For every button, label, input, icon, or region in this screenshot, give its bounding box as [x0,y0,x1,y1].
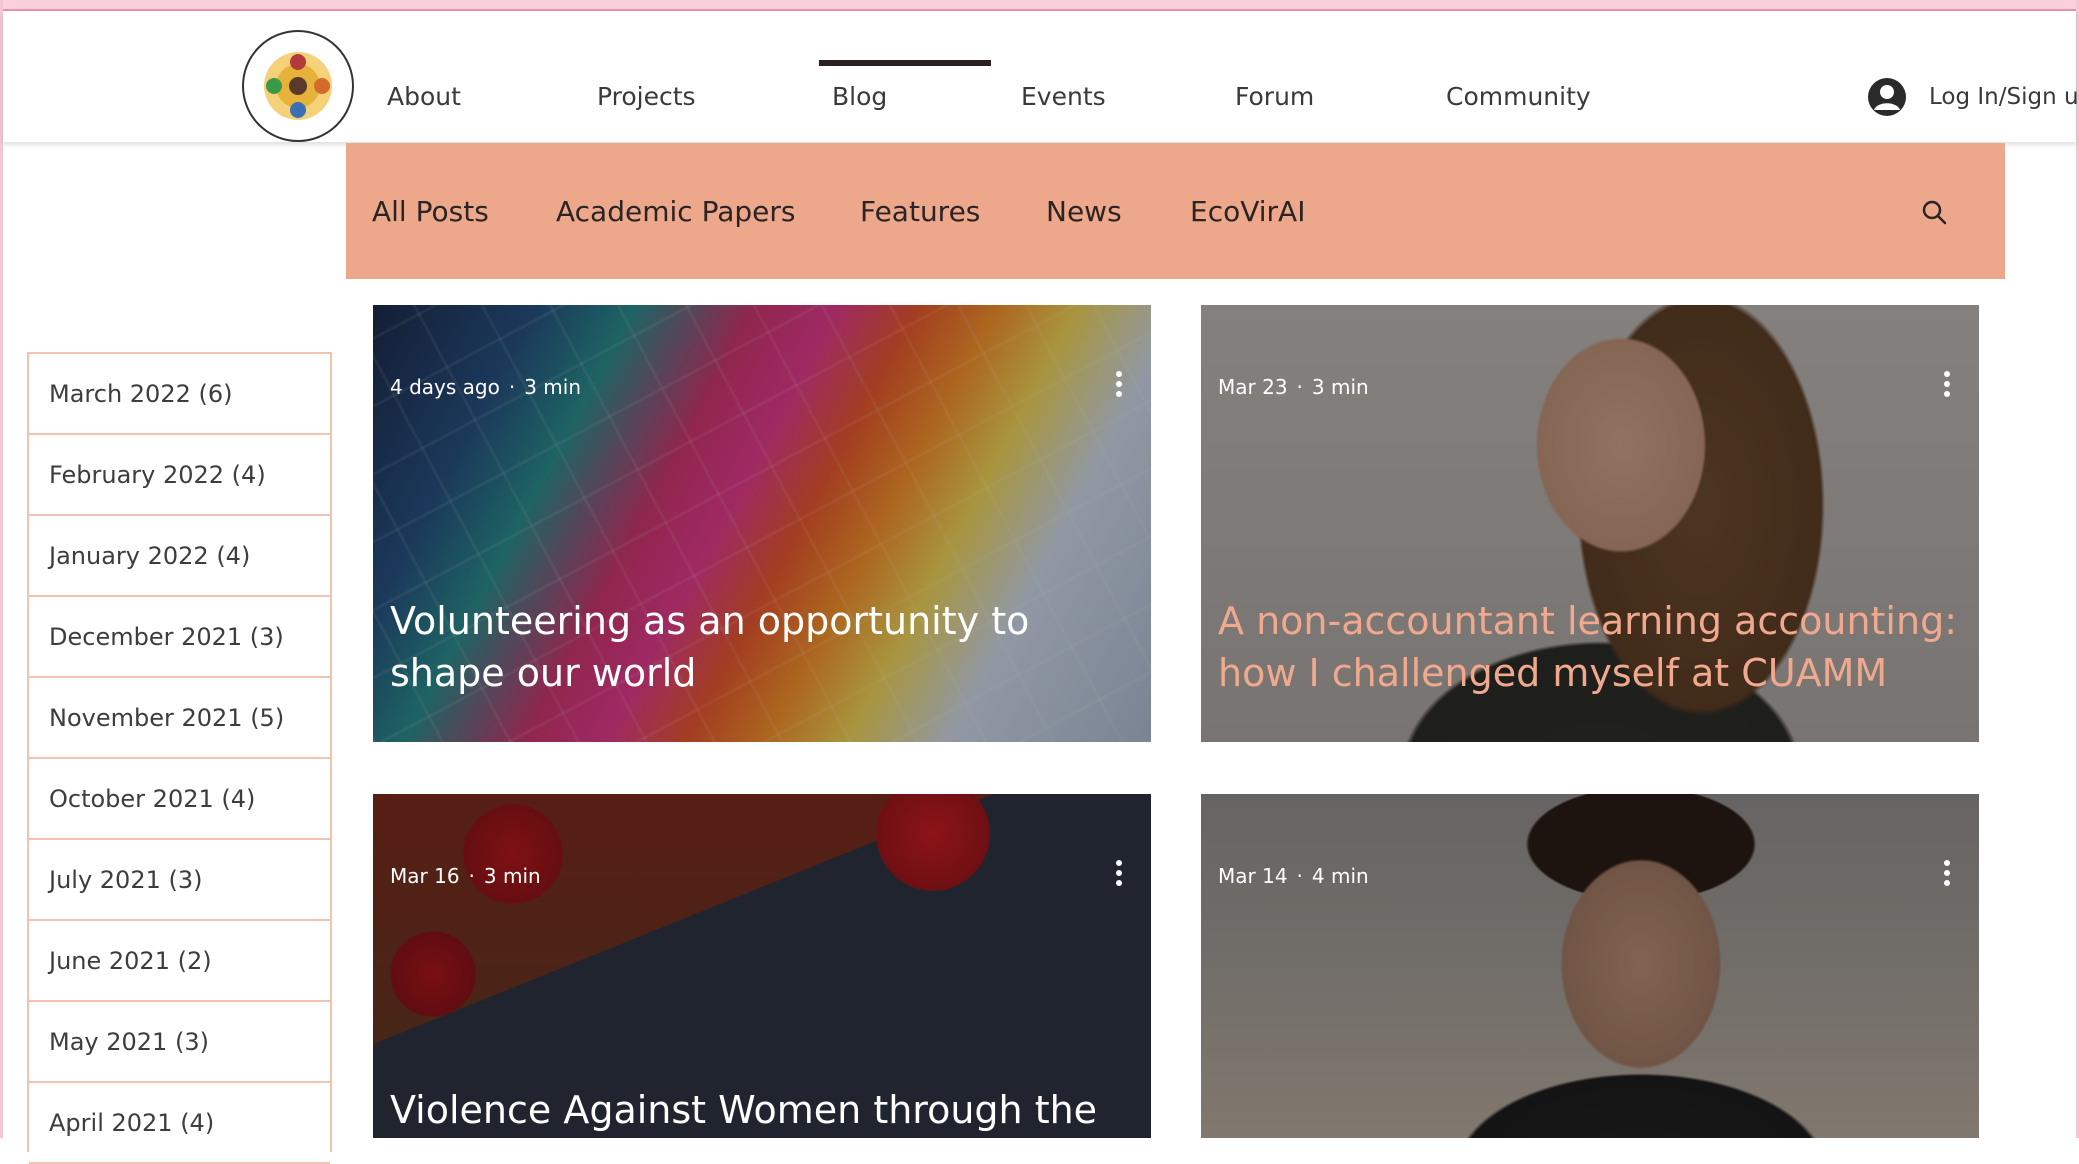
post-date: Mar 16 [390,864,460,888]
post-card[interactable]: 4 days ago · 3 min Volunteering as an op… [373,305,1151,742]
archive-item[interactable]: October 2021 (4) [29,759,330,840]
user-avatar-icon [1868,78,1906,116]
category-ecovirai[interactable]: EcoVirAI [1190,195,1305,228]
archive-item[interactable]: July 2021 (3) [29,840,330,921]
search-icon[interactable] [1921,199,1947,225]
nav-blog[interactable]: Blog [832,82,887,111]
archive-item[interactable]: May 2021 (3) [29,1002,330,1083]
site-header: About Projects Blog Events Forum Communi… [3,11,2079,143]
nav-events[interactable]: Events [1021,82,1106,111]
meta-separator: · [1296,864,1303,888]
archive-item[interactable]: February 2022 (4) [29,435,330,516]
archive-item[interactable]: November 2021 (5) [29,678,330,759]
archive-item[interactable]: December 2021 (3) [29,597,330,678]
archive-item[interactable]: March 2022 (6) [29,354,330,435]
more-options-icon[interactable] [1113,858,1125,888]
category-features[interactable]: Features [860,195,980,228]
post-meta: Mar 14 · 4 min [1218,864,1369,888]
blog-category-bar: All Posts Academic Papers Features News … [346,143,2005,279]
post-date: Mar 23 [1218,375,1288,399]
archive-item[interactable]: June 2021 (2) [29,921,330,1002]
post-meta: Mar 16 · 3 min [390,864,541,888]
archive-item[interactable]: April 2021 (4) [29,1083,330,1164]
image-overlay [1201,794,1979,1138]
meta-separator: · [508,375,516,399]
post-meta: Mar 23 · 3 min [1218,375,1369,399]
site-logo[interactable] [241,29,355,143]
nav-forum[interactable]: Forum [1235,82,1314,111]
post-card[interactable]: Mar 14 · 4 min [1201,794,1979,1138]
login-label: Log In/Sign up [1929,84,2079,110]
login-button[interactable]: Log In/Sign up [1867,77,2079,117]
post-read-time: 3 min [524,375,581,399]
nav-about[interactable]: About [387,82,461,111]
post-read-time: 4 min [1311,864,1369,888]
post-title[interactable]: A non-accountant learning accounting: ho… [1218,595,1958,699]
post-date: 4 days ago [390,375,500,399]
more-options-icon[interactable] [1941,858,1953,888]
nav-community[interactable]: Community [1446,82,1591,111]
post-read-time: 3 min [1311,375,1369,399]
post-title[interactable]: Volunteering as an opportunity to shape … [390,595,1130,699]
category-news[interactable]: News [1046,195,1122,228]
more-options-icon[interactable] [1941,369,1953,399]
category-academic-papers[interactable]: Academic Papers [556,195,795,228]
post-meta: 4 days ago · 3 min [390,375,581,399]
post-date: Mar 14 [1218,864,1288,888]
post-card[interactable]: Mar 23 · 3 min A non-accountant learning… [1201,305,1979,742]
more-options-icon[interactable] [1113,369,1125,399]
archive-list: March 2022 (6) February 2022 (4) January… [27,352,332,1164]
post-read-time: 3 min [483,864,541,888]
nav-active-indicator [819,60,991,66]
post-card[interactable]: Mar 16 · 3 min Violence Against Women th… [373,794,1151,1138]
meta-separator: · [468,864,475,888]
category-all-posts[interactable]: All Posts [372,195,489,228]
meta-separator: · [1296,375,1303,399]
post-title[interactable]: Violence Against Women through the [390,1084,1130,1136]
left-edge [0,0,3,1138]
nav-projects[interactable]: Projects [597,82,696,111]
archive-item[interactable]: January 2022 (4) [29,516,330,597]
